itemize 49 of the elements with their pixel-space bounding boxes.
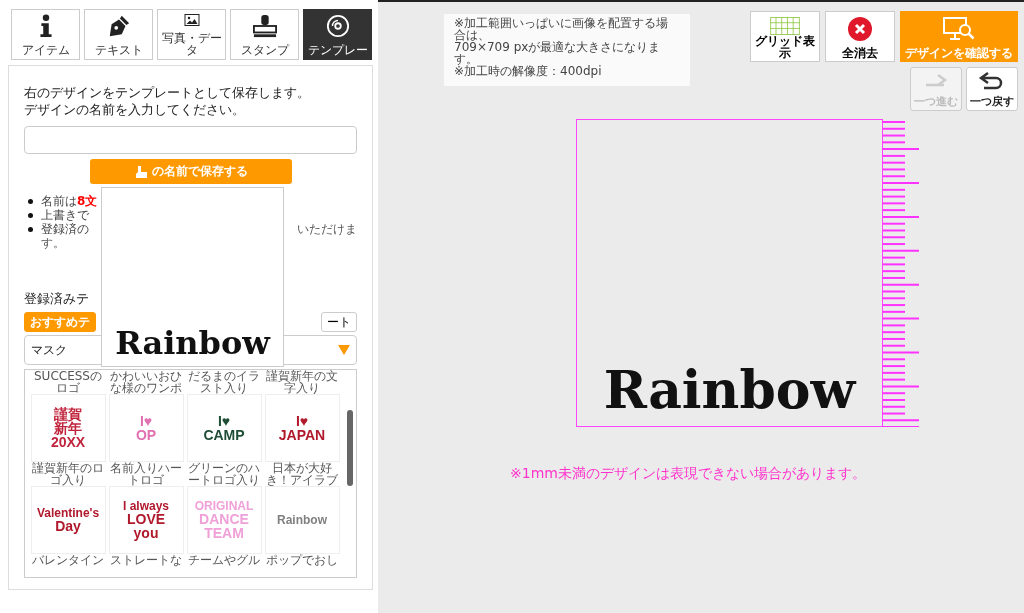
- note-text: いただけま: [297, 222, 357, 236]
- hand-cursor-icon: [133, 164, 148, 179]
- info-icon: [38, 14, 53, 38]
- scrollbar-thumb[interactable]: [347, 410, 353, 486]
- template-thumbnail[interactable]: Valentine's Day: [30, 486, 106, 554]
- disc-icon: [324, 14, 351, 38]
- info-text: ※加工範囲いっぱいに画像を配置する場合は、: [454, 17, 670, 41]
- template-caption: ポップでおし: [266, 554, 338, 566]
- tool-tab[interactable]: スタンプ: [230, 9, 299, 60]
- category-tab[interactable]: ート: [321, 312, 357, 332]
- monitor-search-icon: [943, 17, 975, 41]
- history-button[interactable]: 一つ戻す: [966, 67, 1018, 111]
- grid-icon: [767, 17, 803, 35]
- stamp-icon: [250, 14, 279, 38]
- template-thumbnail[interactable]: I♥ JAPAN: [264, 394, 340, 462]
- instruction-text: 右のデザインをテンプレートとして保存します。 デザインの名前を入力してください。: [24, 84, 311, 118]
- template-caption: かわいいおひな様のワンポ: [109, 370, 183, 394]
- tool-tab[interactable]: アイテム: [11, 9, 80, 60]
- tool-tab[interactable]: テンプレー: [303, 9, 372, 60]
- info-text: 709×709 pxが最適な大きさになります。: [454, 41, 662, 65]
- warning-text: ※1mm未満のデザインは表現できない場合があります。: [510, 465, 867, 483]
- note-text: 登録済の: [41, 222, 89, 236]
- note-text: 上書きで: [41, 208, 89, 222]
- template-thumbnail[interactable]: 謹賀 新年 20XX: [30, 394, 106, 462]
- template-caption: 名前入りハートロゴ: [109, 462, 183, 486]
- template-thumbnail[interactable]: I always LOVE you: [108, 486, 184, 554]
- note-text: す。: [41, 236, 65, 250]
- template-thumbnail[interactable]: I♥ CAMP: [186, 394, 262, 462]
- tool-tab[interactable]: 写真・データ: [157, 9, 226, 60]
- template-caption: グリーンのハートロゴ入り: [187, 462, 261, 486]
- name-input-field[interactable]: [24, 126, 357, 154]
- template-caption: ストレートな: [110, 554, 182, 566]
- template-caption: 謹賀新年の文字入り: [265, 370, 339, 394]
- template-caption: SUCCESSのロゴ: [33, 370, 103, 394]
- info-text: ※加工時の解像度：400dpi: [454, 65, 603, 77]
- toolbar-button[interactable]: 全消去: [825, 11, 895, 62]
- template-caption: 謹賀新年のロゴ入り: [31, 462, 105, 486]
- template-caption: チームやグル: [188, 554, 260, 566]
- template-thumbnail[interactable]: Rainbow: [264, 486, 340, 554]
- template-caption: 日本が大好き！アイラブ: [265, 462, 339, 486]
- section-heading: 登録済みテ: [24, 290, 90, 308]
- dropdown-arrow-icon: [338, 345, 350, 355]
- toolbar-button[interactable]: グリッド表示: [750, 11, 820, 62]
- template-caption: だるまのイラスト入り: [187, 370, 261, 394]
- tool-tab[interactable]: テキスト: [84, 9, 153, 60]
- note-text: 名前は8文: [41, 194, 98, 208]
- close-icon: [848, 17, 872, 41]
- template-caption: バレンタイン: [32, 554, 104, 566]
- rainbow-logo: Rainbow: [603, 359, 856, 420]
